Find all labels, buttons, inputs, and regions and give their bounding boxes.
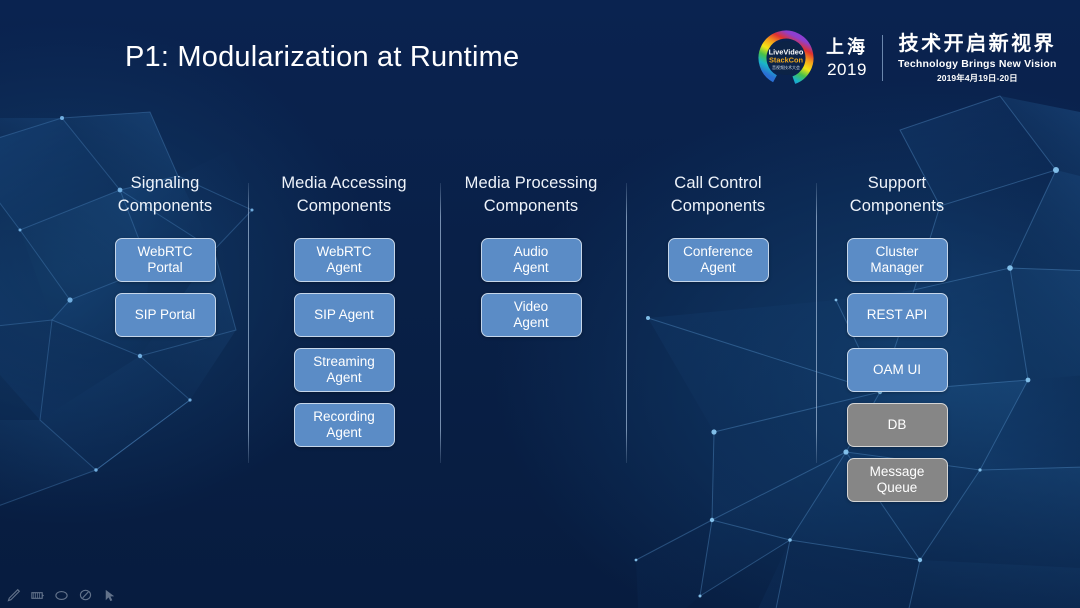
node-label-line2: Agent — [513, 260, 549, 275]
pointer-icon[interactable] — [102, 588, 117, 603]
node-db[interactable]: DB — [846, 403, 948, 447]
column-nodes: Cluster Manager REST API OAM UI DB Messa… — [807, 238, 987, 502]
node-label-line1: REST API — [866, 307, 928, 322]
logo-slogan-en: Technology Brings New Vision — [898, 57, 1057, 70]
node-label-line2: Agent — [326, 425, 362, 440]
column-divider-3 — [626, 183, 627, 463]
column-title-line2: Components — [117, 197, 213, 215]
node-label-line1: Audio — [513, 244, 549, 259]
node-label-line1: OAM UI — [872, 362, 921, 377]
node-cluster-manager[interactable]: Cluster Manager — [846, 238, 948, 282]
column-call-control: Call Control Components Conference Agent — [628, 172, 808, 282]
column-title-line1: Signaling — [130, 174, 200, 192]
node-label-line2: Agent — [326, 370, 362, 385]
column-nodes: WebRTC Portal SIP Portal — [75, 238, 255, 337]
column-nodes: Conference Agent — [628, 238, 808, 282]
node-label-line1: Cluster — [875, 244, 919, 259]
node-label-line2: Portal — [147, 260, 183, 275]
node-webrtc-agent[interactable]: WebRTC Agent — [293, 238, 395, 282]
node-oam-ui[interactable]: OAM UI — [846, 348, 948, 392]
column-media-processing: Media Processing Components Audio Agent … — [441, 172, 621, 337]
column-nodes: Audio Agent Video Agent — [441, 238, 621, 337]
column-title-line2: Components — [849, 197, 945, 215]
column-title-line1: Media Processing — [464, 174, 598, 192]
logo-date: 2019年4月19日-20日 — [936, 73, 1018, 83]
node-conference-agent[interactable]: Conference Agent — [667, 238, 769, 282]
node-rest-api[interactable]: REST API — [846, 293, 948, 337]
node-label-line1: Conference — [683, 244, 753, 259]
column-title: Signaling Components — [75, 172, 255, 218]
column-support: Support Components Cluster Manager REST … — [807, 172, 987, 502]
node-message-queue[interactable]: Message Queue — [846, 458, 948, 502]
column-title: Support Components — [807, 172, 987, 218]
node-label-line1: SIP Portal — [134, 307, 196, 322]
node-label-line1: SIP Agent — [314, 307, 374, 322]
node-streaming-agent[interactable]: Streaming Agent — [293, 348, 395, 392]
eraser-icon[interactable] — [54, 588, 69, 603]
node-label-line1: DB — [887, 417, 907, 432]
column-title: Media Accessing Components — [254, 172, 434, 218]
column-title-line2: Components — [483, 197, 579, 215]
pen-icon[interactable] — [6, 588, 21, 603]
column-title: Media Processing Components — [441, 172, 621, 218]
lasso-icon[interactable] — [78, 588, 93, 603]
column-title-line1: Call Control — [674, 174, 762, 192]
node-audio-agent[interactable]: Audio Agent — [480, 238, 582, 282]
column-media-accessing: Media Accessing Components WebRTC Agent … — [254, 172, 434, 447]
slide-title: P1: Modularization at Runtime — [125, 41, 520, 73]
logo-city-cn: 上海 — [826, 37, 868, 57]
logo-year: 2019 — [827, 60, 867, 79]
node-webrtc-portal[interactable]: WebRTC Portal — [114, 238, 216, 282]
node-label-line1: Message — [869, 464, 925, 479]
livevideostack-logo-icon: LiveVideo StackCon 音视频技术大会 — [757, 29, 815, 87]
node-label-line2: Manager — [870, 260, 924, 275]
column-title-line1: Support — [867, 174, 927, 192]
column-title-line2: Components — [670, 197, 766, 215]
node-label-line1: Streaming — [313, 354, 375, 369]
column-nodes: WebRTC Agent SIP Agent Streaming Agent R… — [254, 238, 434, 447]
logo-city-year: 上海 2019 — [826, 38, 868, 78]
column-signaling: Signaling Components WebRTC Portal SIP P… — [75, 172, 255, 337]
highlighter-icon[interactable] — [30, 588, 45, 603]
column-title: Call Control Components — [628, 172, 808, 218]
node-label-line2: Agent — [700, 260, 736, 275]
logo-line3: 音视频技术大会 — [772, 64, 800, 70]
column-title-line1: Media Accessing — [281, 174, 407, 192]
node-label-line1: WebRTC — [316, 244, 372, 259]
slide-canvas: P1: Modularization at Runtime LiveVideo … — [0, 0, 1080, 608]
logo-divider — [882, 35, 883, 81]
logo-line2: StackCon — [769, 56, 804, 65]
logo-slogan-block: 技术开启新视界 Technology Brings New Vision 201… — [898, 34, 1057, 83]
node-label-line1: Video — [513, 299, 549, 314]
conference-logo: LiveVideo StackCon 音视频技术大会 上海 2019 技术开启新… — [757, 26, 1057, 90]
node-sip-portal[interactable]: SIP Portal — [114, 293, 216, 337]
node-label-line2: Agent — [326, 260, 362, 275]
node-label-line1: WebRTC — [137, 244, 193, 259]
node-recording-agent[interactable]: Recording Agent — [293, 403, 395, 447]
node-label-line1: Recording — [313, 409, 375, 424]
logo-slogan-cn: 技术开启新视界 — [898, 32, 1057, 55]
column-title-line2: Components — [296, 197, 392, 215]
node-video-agent[interactable]: Video Agent — [480, 293, 582, 337]
ink-annotation-toolbar[interactable] — [6, 588, 117, 603]
node-sip-agent[interactable]: SIP Agent — [293, 293, 395, 337]
node-label-line2: Queue — [876, 480, 918, 495]
node-label-line2: Agent — [513, 315, 549, 330]
